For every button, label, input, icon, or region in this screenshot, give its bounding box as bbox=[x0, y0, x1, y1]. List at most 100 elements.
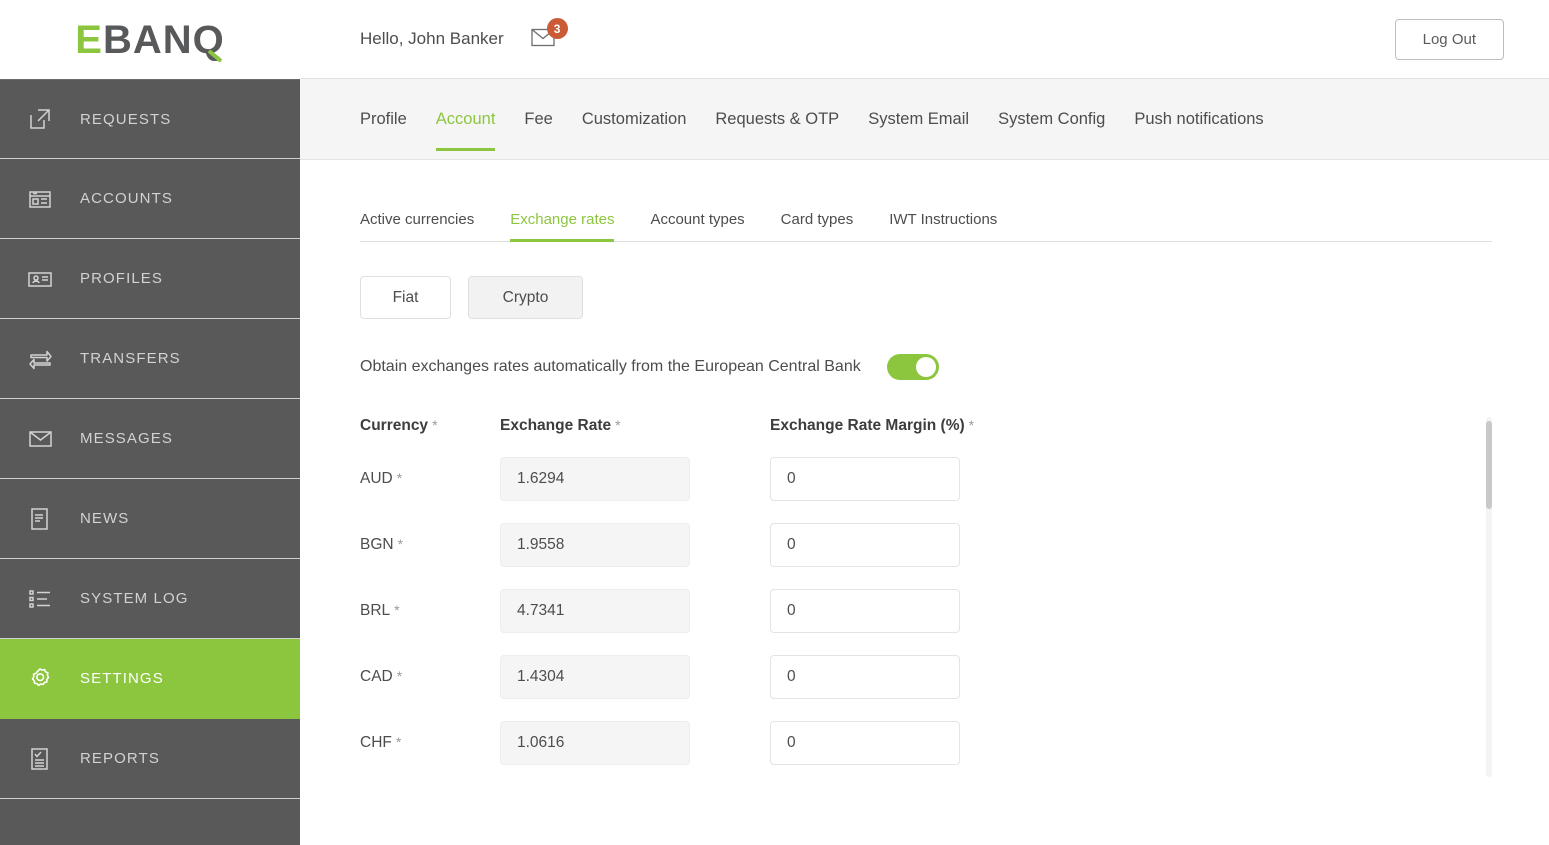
id-card-icon bbox=[18, 259, 62, 299]
app-root: E BANQ REQUESTS ACCOUNTS PROFILES TRANSF… bbox=[0, 0, 1549, 845]
column-header-exchange-rate-margin: Exchange Rate Margin (%) * bbox=[770, 417, 975, 434]
messages-count-badge: 3 bbox=[546, 18, 568, 39]
tab-fee[interactable]: Fee bbox=[524, 79, 552, 159]
tab-account[interactable]: Account bbox=[435, 79, 495, 159]
sidebar-item-label: REPORTS bbox=[80, 750, 160, 767]
auto-rates-toggle[interactable] bbox=[886, 354, 939, 380]
exchange-rate-margin-input[interactable] bbox=[770, 523, 960, 567]
rates-scrollbar[interactable] bbox=[1486, 417, 1492, 777]
external-link-icon bbox=[18, 99, 62, 139]
gear-icon bbox=[18, 659, 62, 699]
sidebar-item-profiles[interactable]: PROFILES bbox=[0, 239, 300, 319]
tab-profile[interactable]: Profile bbox=[360, 79, 407, 159]
margin-cell bbox=[770, 457, 1040, 501]
table-row: CHF * bbox=[360, 721, 1492, 765]
table-row: BRL * bbox=[360, 589, 1492, 633]
rates-scrollbar-thumb[interactable] bbox=[1486, 421, 1492, 509]
required-asterisk: * bbox=[968, 417, 975, 433]
table-header-row: Currency * Exchange Rate * Exchange Rate M… bbox=[360, 417, 1492, 435]
sidebar-item-reports[interactable]: REPORTS bbox=[0, 719, 300, 799]
list-icon bbox=[18, 579, 62, 619]
currency-label: CAD * bbox=[360, 668, 403, 685]
exchange-rate-cell bbox=[500, 721, 770, 765]
required-asterisk: * bbox=[396, 668, 403, 684]
exchange-rate-margin-input[interactable] bbox=[770, 655, 960, 699]
exchange-rate-margin-input[interactable] bbox=[770, 457, 960, 501]
required-asterisk: * bbox=[394, 602, 400, 618]
tab-system-config[interactable]: System Config bbox=[998, 79, 1105, 159]
main-tab-bar: Profile Account Fee Customization Reques… bbox=[300, 79, 1549, 160]
currency-kind-segment-group: Fiat Crypto bbox=[360, 276, 1492, 319]
logo-text: E BANQ bbox=[75, 17, 224, 63]
sidebar-item-label: PROFILES bbox=[80, 270, 163, 287]
exchange-rate-margin-input[interactable] bbox=[770, 589, 960, 633]
tab-requests-otp[interactable]: Requests & OTP bbox=[715, 79, 839, 159]
card-list-icon bbox=[18, 179, 62, 219]
required-asterisk: * bbox=[395, 734, 402, 750]
currency-label: CHF * bbox=[360, 734, 402, 751]
exchange-rate-cell bbox=[500, 589, 770, 633]
sidebar-item-settings[interactable]: SETTINGS bbox=[0, 639, 300, 719]
subtab-account-types[interactable]: Account types bbox=[650, 211, 744, 241]
subtab-active-currencies[interactable]: Active currencies bbox=[360, 211, 474, 241]
logout-button[interactable]: Log Out bbox=[1394, 18, 1504, 60]
sidebar-item-label: MESSAGES bbox=[80, 430, 173, 447]
auto-rates-row: Obtain exchanges rates automatically fro… bbox=[360, 354, 1492, 380]
toggle-knob bbox=[915, 357, 936, 377]
report-check-icon bbox=[18, 739, 62, 779]
main-area: Hello, John Banker 3 Log Out Profile Acc… bbox=[300, 0, 1549, 845]
tab-system-email[interactable]: System Email bbox=[868, 79, 969, 159]
news-document-icon bbox=[18, 499, 62, 539]
exchange-rates-table: Currency * Exchange Rate * Exchange Rate M… bbox=[360, 417, 1492, 777]
currency-label: AUD * bbox=[360, 470, 403, 487]
sub-tab-bar: Active currencies Exchange rates Account… bbox=[360, 198, 1492, 242]
table-row: BGN * bbox=[360, 523, 1492, 567]
sidebar-item-label: REQUESTS bbox=[80, 110, 172, 128]
sidebar-item-news[interactable]: NEWS bbox=[0, 479, 300, 559]
sidebar-item-requests[interactable]: REQUESTS bbox=[0, 79, 300, 159]
required-asterisk: * bbox=[432, 417, 438, 433]
segment-fiat-button[interactable]: Fiat bbox=[360, 276, 451, 319]
sidebar-item-transfers[interactable]: TRANSFERS bbox=[0, 319, 300, 399]
currency-label: BGN * bbox=[360, 536, 404, 553]
required-asterisk: * bbox=[397, 536, 404, 552]
tab-customization[interactable]: Customization bbox=[582, 79, 687, 159]
sidebar-item-label: SETTINGS bbox=[80, 670, 164, 687]
margin-cell bbox=[770, 589, 1040, 633]
envelope-icon bbox=[18, 419, 62, 459]
logo-letter-e: E bbox=[75, 17, 103, 62]
subtab-iwt-instructions[interactable]: IWT Instructions bbox=[889, 211, 997, 241]
top-bar: Hello, John Banker 3 Log Out bbox=[300, 0, 1549, 79]
sidebar-item-messages[interactable]: MESSAGES bbox=[0, 399, 300, 479]
sidebar-item-accounts[interactable]: ACCOUNTS bbox=[0, 159, 300, 239]
sidebar-nav: REQUESTS ACCOUNTS PROFILES TRANSFERS MES… bbox=[0, 79, 300, 799]
exchange-rate-input[interactable] bbox=[500, 721, 690, 765]
exchange-arrows-icon bbox=[18, 339, 62, 379]
messages-indicator[interactable]: 3 bbox=[528, 18, 568, 56]
tab-push-notifications[interactable]: Push notifications bbox=[1134, 79, 1263, 159]
exchange-rate-input[interactable] bbox=[500, 457, 690, 501]
greeting-text: Hello, John Banker bbox=[360, 29, 504, 48]
sidebar-item-label: TRANSFERS bbox=[80, 350, 181, 367]
currency-label: BRL * bbox=[360, 602, 400, 619]
margin-cell bbox=[770, 655, 1040, 699]
sidebar-item-system-log[interactable]: SYSTEM LOG bbox=[0, 559, 300, 639]
exchange-rate-cell bbox=[500, 655, 770, 699]
sidebar-item-label: NEWS bbox=[80, 510, 130, 527]
column-header-exchange-rate: Exchange Rate * bbox=[500, 417, 621, 434]
sidebar-item-label: SYSTEM LOG bbox=[80, 590, 189, 607]
subtab-card-types[interactable]: Card types bbox=[781, 211, 854, 241]
required-asterisk: * bbox=[396, 470, 403, 486]
exchange-rate-input[interactable] bbox=[500, 655, 690, 699]
segment-crypto-button[interactable]: Crypto bbox=[468, 276, 583, 319]
column-header-currency: Currency * bbox=[360, 417, 438, 434]
exchange-rate-cell bbox=[500, 457, 770, 501]
exchange-rate-margin-input[interactable] bbox=[770, 721, 960, 765]
margin-cell bbox=[770, 721, 1040, 765]
subtab-exchange-rates[interactable]: Exchange rates bbox=[510, 211, 615, 242]
table-row: AUD * bbox=[360, 457, 1492, 501]
content-area: Active currencies Exchange rates Account… bbox=[300, 160, 1549, 845]
exchange-rate-input[interactable] bbox=[500, 589, 690, 633]
brand-logo[interactable]: E BANQ bbox=[0, 0, 300, 79]
exchange-rate-input[interactable] bbox=[500, 523, 690, 567]
